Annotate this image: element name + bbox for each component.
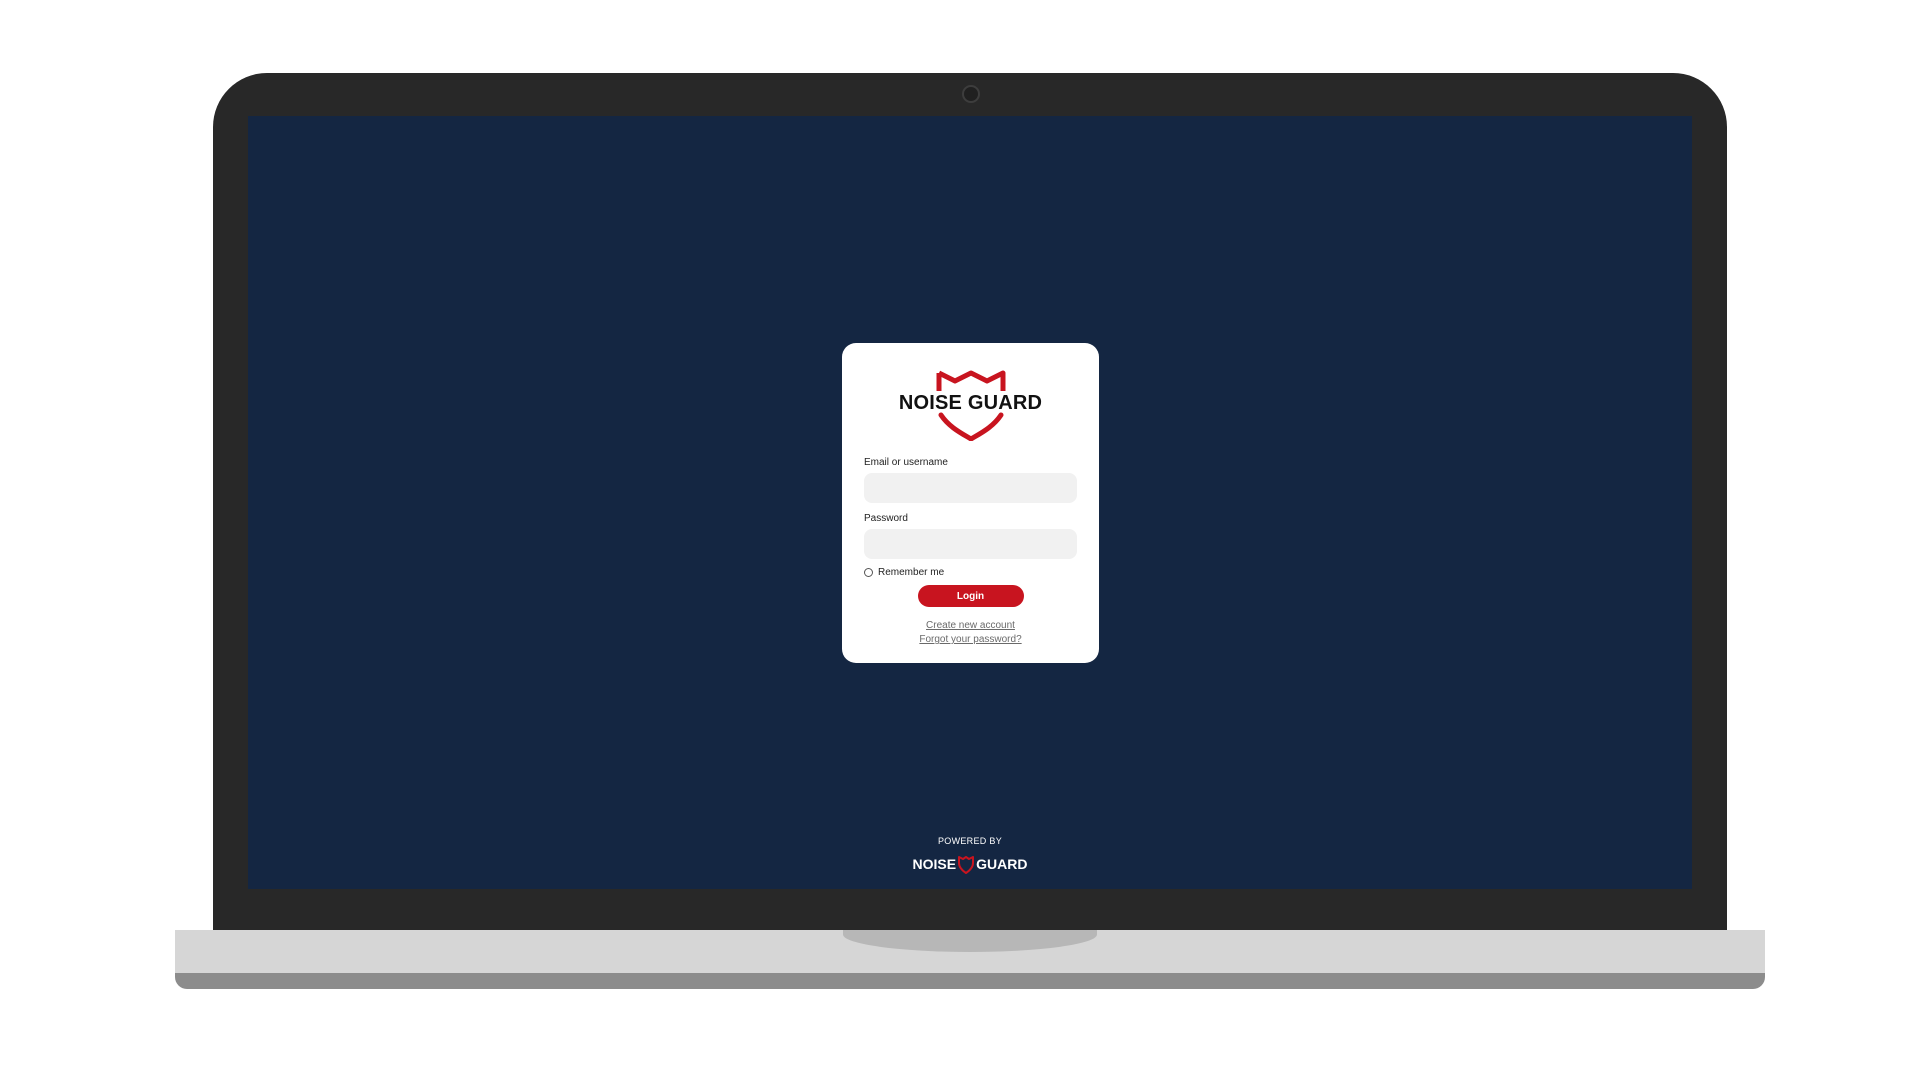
password-label: Password <box>864 513 908 524</box>
brand-logo: NOISE GUARD <box>891 369 1051 441</box>
remember-me-checkbox[interactable] <box>864 568 873 577</box>
create-account-link[interactable]: Create new account <box>864 619 1077 633</box>
shield-icon <box>958 856 975 874</box>
footer-brand-right: GUARD <box>976 856 1028 872</box>
forgot-password-link[interactable]: Forgot your password? <box>864 633 1077 647</box>
laptop-screen: NOISE GUARD Email or username Password R… <box>248 116 1692 889</box>
remember-me-label: Remember me <box>878 567 945 578</box>
laptop-base <box>175 930 1765 973</box>
password-field[interactable] <box>864 529 1077 559</box>
brand-name: NOISE GUARD <box>898 392 1043 414</box>
laptop-base-edge <box>175 973 1765 989</box>
powered-by-label: POWERED BY <box>937 836 1002 846</box>
login-button[interactable]: Login <box>917 585 1024 607</box>
footer-brand-left: NOISE <box>912 856 957 872</box>
email-field[interactable] <box>864 473 1077 503</box>
auth-links: Create new account Forgot your password? <box>864 619 1077 647</box>
laptop-notch <box>843 930 1097 952</box>
remember-me-row[interactable]: Remember me <box>864 567 1077 578</box>
laptop-bezel: NOISE GUARD Email or username Password R… <box>213 73 1727 930</box>
email-label: Email or username <box>864 457 948 468</box>
login-card: NOISE GUARD Email or username Password R… <box>842 343 1099 663</box>
footer-brand: NOISE GUARD <box>248 854 1692 874</box>
camera-icon <box>962 85 980 103</box>
